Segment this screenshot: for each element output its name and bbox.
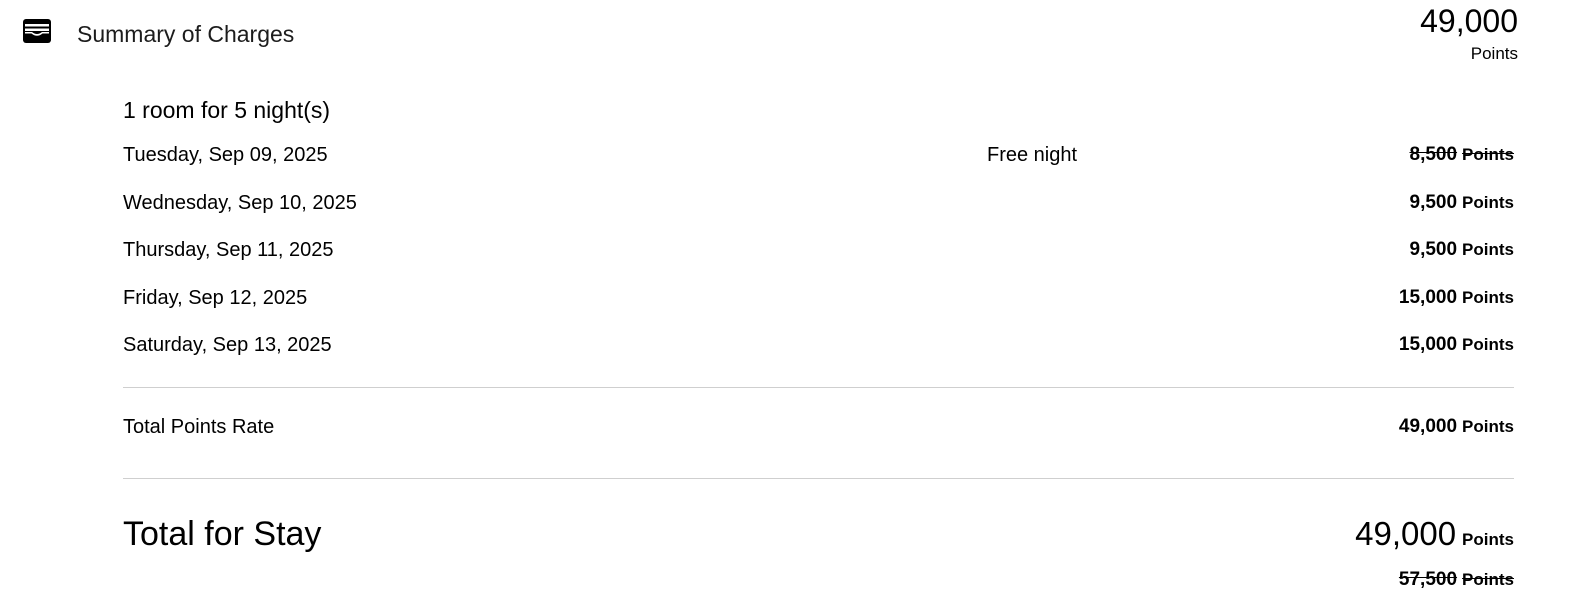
header-total-value: 49,000 [1420, 3, 1518, 39]
total-for-stay-label: Total for Stay [123, 515, 322, 553]
total-points-rate-row: Total Points Rate 49,000 Points [123, 414, 1514, 440]
total-points-rate-unit: Points [1462, 417, 1514, 436]
night-amount: 9,500 Points [1410, 190, 1515, 217]
original-total-unit: Points [1462, 570, 1514, 589]
total-for-stay-value: 49,000 [1355, 515, 1457, 552]
night-amount-unit: Points [1462, 240, 1514, 259]
divider [123, 387, 1514, 388]
night-amount: 15,000 Points [1399, 332, 1514, 359]
room-summary: 1 room for 5 night(s) [123, 97, 331, 123]
original-total-value: 57,500 [1398, 569, 1458, 590]
original-total-row: 57,500 Points [123, 567, 1514, 593]
night-date: Tuesday, Sep 09, 2025 [123, 144, 328, 166]
night-date: Wednesday, Sep 10, 2025 [123, 192, 357, 214]
night-date: Friday, Sep 12, 2025 [123, 287, 308, 309]
free-night-label: Free night [987, 144, 1078, 166]
total-points-rate-label: Total Points Rate [123, 416, 275, 438]
wallet-icon [23, 19, 51, 43]
divider [123, 478, 1514, 479]
night-amount-value: 15,000 [1398, 287, 1458, 308]
night-row: Friday, Sep 12, 2025 15,000 Points [123, 285, 1514, 311]
night-amount-value: 9,500 [1409, 192, 1458, 213]
total-for-stay-row: Total for Stay 49,000 Points [123, 512, 1514, 556]
total-for-stay-amount: 49,000 Points [1355, 512, 1514, 563]
night-row: Wednesday, Sep 10, 2025 9,500 Points [123, 190, 1514, 216]
night-amount-unit: Points [1462, 145, 1514, 164]
total-points-rate-amount: 49,000 Points [1399, 414, 1514, 441]
header-total-unit: Points [1470, 44, 1518, 63]
night-row: Saturday, Sep 13, 2025 15,000 Points [123, 332, 1514, 358]
night-amount-value: 15,000 [1398, 334, 1458, 355]
total-for-stay-unit: Points [1462, 530, 1514, 549]
night-amount: 15,000 Points [1399, 285, 1514, 312]
night-amount-unit: Points [1462, 288, 1514, 307]
night-row: Thursday, Sep 11, 2025 9,500 Points [123, 237, 1514, 263]
original-total-amount: 57,500 Points [1399, 567, 1514, 594]
night-amount-struck: 8,500 Points [1410, 142, 1515, 169]
section-title: Summary of Charges [77, 21, 295, 47]
night-amount-value: 9,500 [1409, 239, 1458, 260]
night-date: Thursday, Sep 11, 2025 [123, 239, 334, 261]
night-date: Saturday, Sep 13, 2025 [123, 334, 332, 356]
night-amount: 9,500 Points [1410, 237, 1515, 264]
night-row: Tuesday, Sep 09, 2025 Free night 8,500 Po… [123, 142, 1514, 168]
night-amount-value: 8,500 [1409, 144, 1458, 165]
total-points-rate-value: 49,000 [1398, 416, 1458, 437]
night-amount-unit: Points [1462, 335, 1514, 354]
night-amount-unit: Points [1462, 193, 1514, 212]
